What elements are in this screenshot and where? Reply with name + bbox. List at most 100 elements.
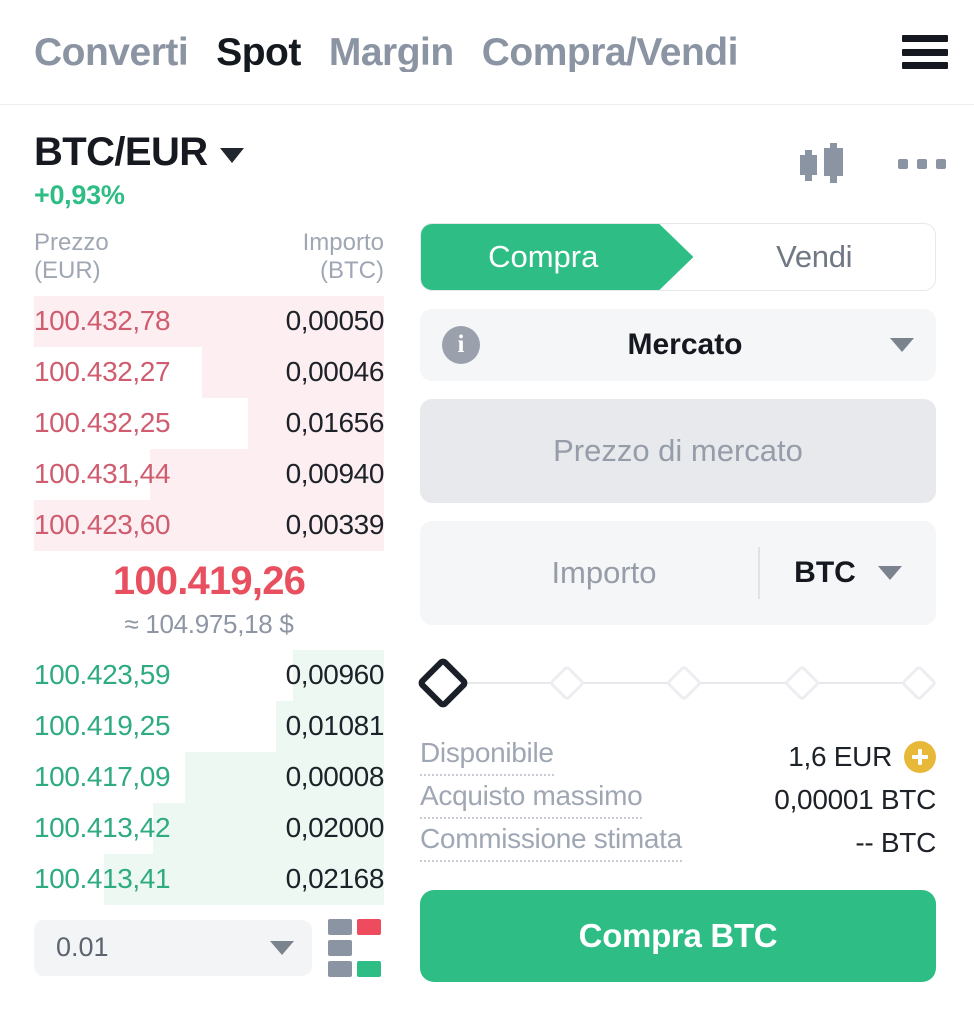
stat-label: Disponibile <box>420 737 554 776</box>
depth-bar <box>328 939 352 956</box>
pair-change-percent: +0,93% <box>34 180 125 210</box>
order-book-amount: 0,01656 <box>285 407 385 439</box>
dot <box>917 159 927 169</box>
order-book-amount: 0,02168 <box>285 863 385 895</box>
order-book-amount: 0,00050 <box>285 305 385 337</box>
order-book-price: 100.432,78 <box>34 305 171 337</box>
candle-body <box>824 148 843 176</box>
last-price-block: 100.419,26 ≈ 104.975,18 $ <box>34 551 384 650</box>
currency-select[interactable]: BTC <box>760 556 936 590</box>
nav-tab-converti[interactable]: Converti <box>34 33 189 72</box>
hamburger-bar <box>902 48 948 56</box>
nav-tab-margin[interactable]: Margin <box>329 33 454 72</box>
last-price-usd: ≈ 104.975,18 $ <box>124 608 294 639</box>
order-book-price: 100.417,09 <box>34 761 171 793</box>
order-book-amount: 0,00960 <box>285 659 385 691</box>
order-book-amount: 0,00339 <box>285 509 385 541</box>
order-book-footer: 0.01 <box>34 905 384 977</box>
order-book-row[interactable]: 100.432,25 0,01656 <box>34 397 385 449</box>
tab-sell[interactable]: Vendi <box>693 224 935 290</box>
stat-value-text: -- BTC <box>855 826 936 858</box>
hamburger-bar <box>902 35 948 42</box>
stat-row: Commissione stimata -- BTC <box>420 821 936 864</box>
bid-rows: 100.423,59 0,00960 100.419,25 0,01081 100.41… <box>34 649 385 905</box>
order-book-price: 100.432,25 <box>34 407 171 439</box>
amount-input-row: Importo BTC <box>420 521 936 625</box>
stat-row: Acquisto massimo 0,00001 BTC <box>420 778 936 821</box>
order-book-amount-header: Importo (BTC) <box>302 229 384 285</box>
order-book-row[interactable]: 100.419,25 0,01081 <box>34 700 385 752</box>
buy-button[interactable]: Compra BTC <box>420 890 936 982</box>
slider-marks <box>416 656 938 710</box>
order-book-amount: 0,01081 <box>285 710 385 742</box>
order-book-row[interactable]: 100.423,60 0,00339 <box>34 499 385 551</box>
order-book-row[interactable]: 100.423,59 0,00960 <box>34 649 385 701</box>
stat-label: Acquisto massimo <box>420 780 643 819</box>
candle-body <box>800 155 817 175</box>
order-book-row[interactable]: 100.417,09 0,00008 <box>34 751 384 803</box>
pair-selector[interactable]: BTC/EUR <box>34 131 798 173</box>
order-book-amount: 0,00940 <box>285 458 385 490</box>
candlestick-chart-icon[interactable] <box>798 143 850 185</box>
order-book-header: Prezzo (EUR) Importo (BTC) <box>34 223 384 296</box>
depth-view-toggle-icon[interactable] <box>328 918 384 977</box>
order-book-row[interactable]: 100.432,78 0,00050 <box>34 295 385 347</box>
slider-mark[interactable] <box>665 664 703 702</box>
order-type-select[interactable]: i Mercato <box>420 309 936 381</box>
info-icon[interactable]: i <box>442 326 480 364</box>
amount-percent-slider[interactable] <box>416 656 938 710</box>
ask-rows: 100.432,78 0,00050 100.432,27 0,00046 100.43… <box>34 295 385 551</box>
stat-row: Disponibile 1,6 EUR <box>420 735 936 778</box>
slider-mark[interactable] <box>416 656 470 710</box>
chevron-down-icon <box>877 566 902 580</box>
hamburger-icon[interactable] <box>902 32 948 72</box>
pair-name: BTC/EUR <box>34 130 208 174</box>
amount-input[interactable]: Importo <box>420 555 758 591</box>
slider-mark[interactable] <box>900 664 938 702</box>
order-book-price-header: Prezzo (EUR) <box>34 229 109 285</box>
order-book-price: 100.413,42 <box>34 812 171 844</box>
add-funds-icon[interactable] <box>904 740 936 773</box>
buy-sell-tabs: Vendi Compra <box>420 223 936 291</box>
trade-panel: Vendi Compra i Mercato Prezzo di mercato… <box>398 223 974 1024</box>
order-book-price: 100.431,44 <box>34 458 171 490</box>
grouping-value: 0.01 <box>56 932 109 963</box>
order-book-price: 100.423,60 <box>34 509 171 541</box>
stat-label: Commissione stimata <box>420 823 682 862</box>
slider-mark[interactable] <box>548 664 585 702</box>
chevron-down-icon <box>270 940 294 955</box>
stat-value: 1,6 EUR <box>788 740 936 773</box>
trading-screen: Converti Spot Margin Compra/Vendi BTC/EU… <box>0 0 974 1024</box>
order-book-row[interactable]: 100.431,44 0,00940 <box>34 448 385 500</box>
order-book-row[interactable]: 100.413,42 0,02000 <box>34 802 385 854</box>
pair-info: BTC/EUR +0,93% <box>34 131 798 211</box>
order-book-amount: 0,00046 <box>285 356 385 388</box>
grouping-select[interactable]: 0.01 <box>34 919 312 976</box>
top-navigation: Converti Spot Margin Compra/Vendi <box>0 0 974 105</box>
tab-buy[interactable]: Compra <box>421 224 693 290</box>
nav-tab-spot[interactable]: Spot <box>216 33 301 72</box>
stat-value: -- BTC <box>855 827 936 859</box>
last-price: 100.419,26 <box>112 558 306 603</box>
order-type-value: Mercato <box>627 328 743 361</box>
chevron-down-icon <box>219 147 244 163</box>
depth-bar-ask <box>357 918 381 935</box>
order-book-row[interactable]: 100.413,41 0,02168 <box>34 853 385 905</box>
order-book-price: 100.419,25 <box>34 710 171 742</box>
dot <box>898 159 908 169</box>
pair-actions <box>798 131 946 185</box>
depth-bar-bid <box>357 960 381 977</box>
order-book-price: 100.423,59 <box>34 659 171 691</box>
order-book: Prezzo (EUR) Importo (BTC) 100.432,78 0,0… <box>0 223 398 1024</box>
hamburger-bar <box>902 62 948 69</box>
stat-value-text: 1,6 EUR <box>788 740 892 772</box>
order-book-amount: 0,02000 <box>285 812 385 844</box>
chevron-down-icon <box>890 338 914 352</box>
nav-tab-compra-vendi[interactable]: Compra/Vendi <box>482 33 738 72</box>
order-book-row[interactable]: 100.432,27 0,00046 <box>34 346 385 398</box>
slider-mark[interactable] <box>783 664 820 702</box>
depth-bar <box>328 918 352 935</box>
nav-tab-list: Converti Spot Margin Compra/Vendi <box>34 33 886 72</box>
pair-header: BTC/EUR +0,93% <box>0 105 974 223</box>
more-options-icon[interactable] <box>898 159 946 169</box>
